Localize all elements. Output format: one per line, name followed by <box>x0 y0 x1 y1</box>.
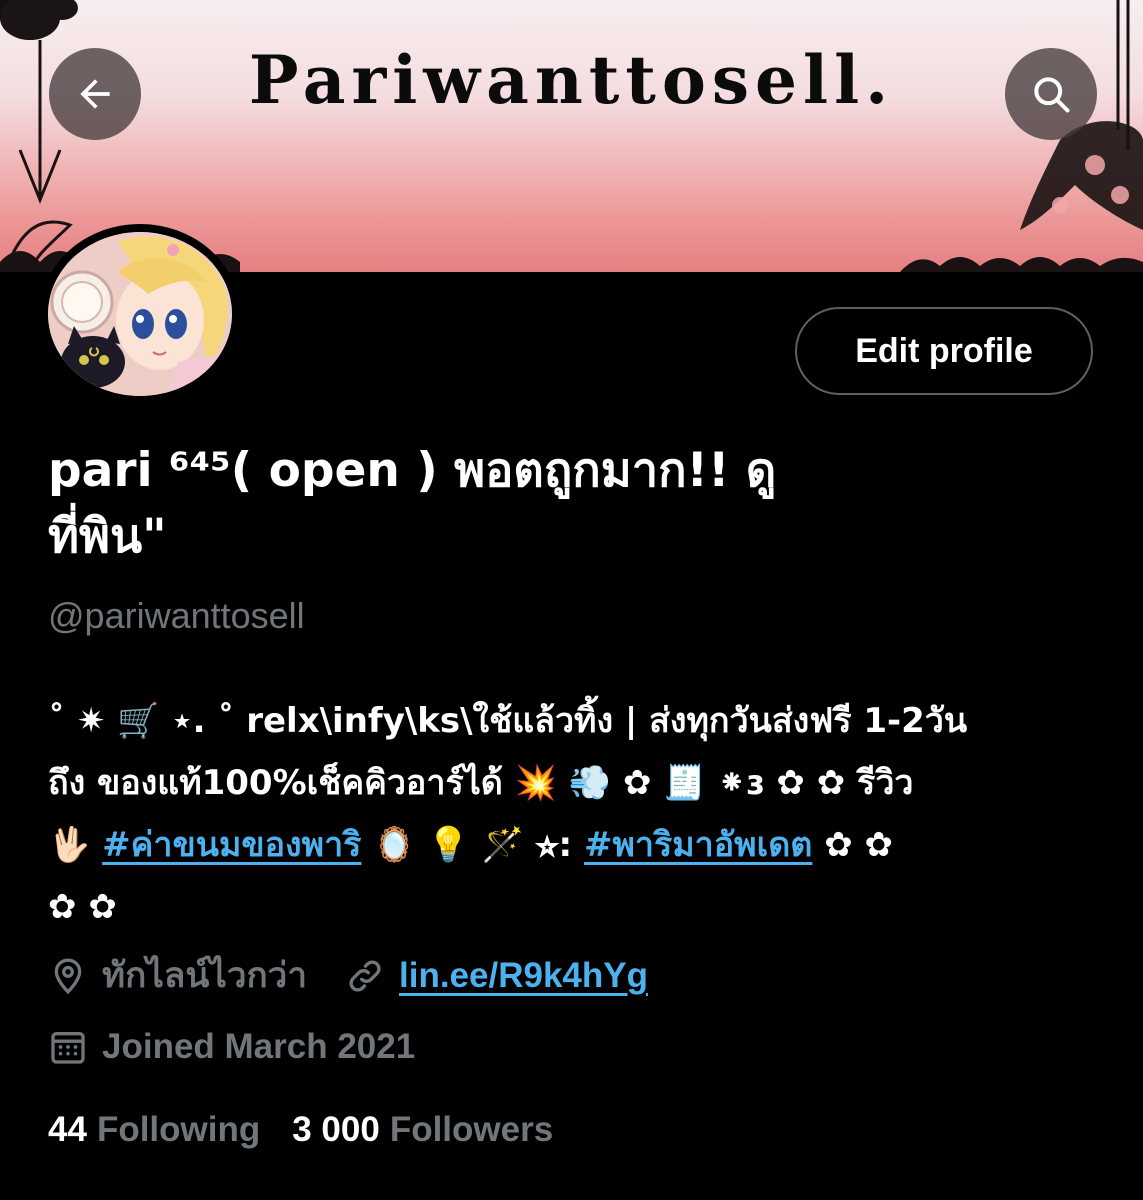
user-handle: @pariwanttosell <box>48 595 305 636</box>
hashtag-link[interactable]: #ค่าขนมของพาริ <box>102 825 361 865</box>
back-button[interactable] <box>49 48 141 140</box>
bio-line-3-mid: 🪞 💡 🪄 ⭐︎: <box>361 825 584 865</box>
followers-label: Followers <box>389 1110 554 1149</box>
display-name-line-2: ที่พิน" <box>48 509 167 564</box>
bio-line-3-lead: 🖖🏻 <box>48 825 103 865</box>
profile-bio: ˚ ✷ 🛒 ⋆. ˚ relx\infy\ks\ใช้แล้วทิ้ง | ส่… <box>48 690 1108 938</box>
following-link[interactable]: 44 Following <box>48 1110 260 1150</box>
avatar-illustration <box>48 232 232 396</box>
banner-title: Pariwanttosell. <box>248 41 895 119</box>
following-count: 44 <box>48 1110 87 1149</box>
profile-meta-location: ทักไลน์ไวกว่า lin.ee/R9k4hYg <box>48 948 648 1003</box>
location-text: ทักไลน์ไวกว่า <box>102 956 307 995</box>
display-name-line-1: pari ⁶⁴⁵( open ) พอตถูกมาก!! ดู <box>48 443 777 498</box>
bio-line-2: ถึง ของแท้100%เช็คคิวอาร์ได้ 💥 💨 ✿ 🧾 ⁕ɜ … <box>48 763 914 803</box>
arrow-left-icon <box>80 79 110 109</box>
avatar[interactable] <box>40 224 240 404</box>
following-label: Following <box>96 1110 261 1149</box>
display-name: pari ⁶⁴⁵( open ) พอตถูกมาก!! ดู ที่พิน" <box>48 438 1048 570</box>
bio-line-4: ✿ ✿ <box>48 887 117 927</box>
joined-date: Joined March 2021 <box>102 1027 416 1066</box>
edit-profile-button[interactable]: Edit profile <box>795 307 1093 395</box>
bio-line-1: ˚ ✷ 🛒 ⋆. ˚ relx\infy\ks\ใช้แล้วทิ้ง | ส่… <box>48 701 968 741</box>
followers-link[interactable]: 3 000 Followers <box>292 1110 553 1150</box>
search-icon <box>1034 77 1070 113</box>
link-icon <box>349 960 381 991</box>
hashtag-link[interactable]: #พาริมาอัพเดต <box>584 825 812 865</box>
avatar-image <box>48 232 232 396</box>
search-button[interactable] <box>1005 48 1097 140</box>
followers-count: 3 000 <box>292 1110 380 1149</box>
bio-line-3: 🖖🏻 #ค่าขนมของพาริ 🪞 💡 🪄 ⭐︎: #พาริมาอัพเด… <box>48 814 1108 876</box>
follow-stats: 44 Following 3 000 Followers <box>48 1110 553 1150</box>
bio-line-3-end: ✿ ✿ <box>812 825 894 865</box>
profile-website-link[interactable]: lin.ee/R9k4hYg <box>399 956 648 996</box>
location-pin-icon <box>54 957 82 994</box>
calendar-icon <box>51 1032 85 1064</box>
profile-meta-joined: Joined March 2021 <box>48 1026 415 1068</box>
